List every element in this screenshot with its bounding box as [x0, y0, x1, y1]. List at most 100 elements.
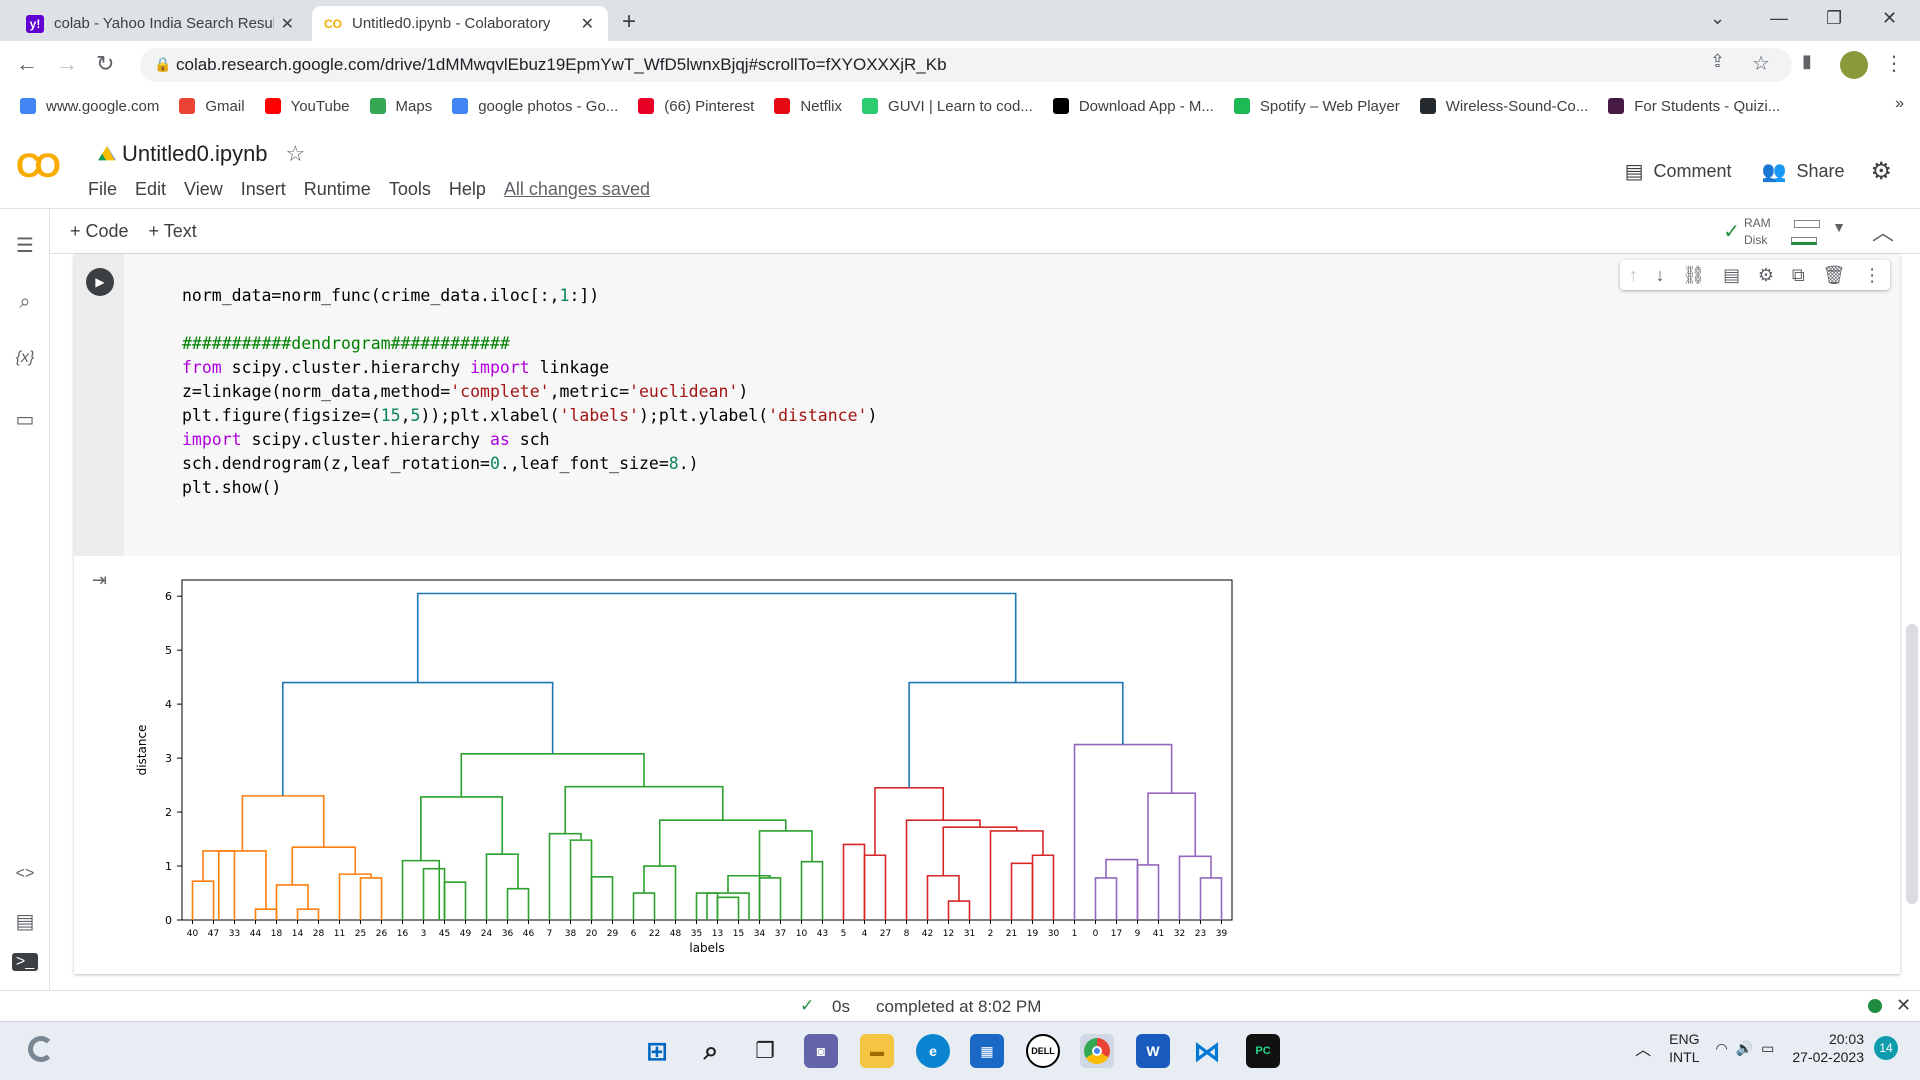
- code-line[interactable]: ###########dendrogram############: [182, 332, 877, 356]
- microsoft-store-icon[interactable]: ▦: [970, 1034, 1004, 1068]
- minimize-button[interactable]: —: [1770, 8, 1788, 29]
- menu-runtime[interactable]: Runtime: [304, 179, 371, 200]
- bookmark-item[interactable]: Wireless-Sound-Co...: [1419, 98, 1588, 115]
- menu-file[interactable]: File: [88, 179, 117, 200]
- tab-search-icon[interactable]: ⌄: [1710, 8, 1725, 29]
- volume-icon[interactable]: 🔊: [1736, 1040, 1753, 1057]
- dell-icon[interactable]: DELL: [1026, 1034, 1060, 1068]
- wifi-icon[interactable]: ◠: [1715, 1040, 1727, 1057]
- search-icon[interactable]: ⌕: [12, 291, 38, 314]
- bookmark-item[interactable]: www.google.com: [20, 98, 159, 115]
- bookmark-item[interactable]: Maps: [369, 98, 432, 115]
- star-icon[interactable]: ☆: [286, 141, 306, 167]
- more-options-icon[interactable]: ⋮: [1863, 265, 1881, 286]
- code-line[interactable]: z=linkage(norm_data,method='complete',me…: [182, 380, 877, 404]
- files-folder-icon[interactable]: ▭: [12, 407, 38, 432]
- teams-chat-icon[interactable]: ◙: [804, 1034, 838, 1068]
- weather-icon[interactable]: [28, 1036, 54, 1062]
- reload-button[interactable]: ↻: [96, 51, 114, 77]
- new-tab-button[interactable]: +: [622, 8, 636, 36]
- search-icon[interactable]: ⌕: [694, 1034, 728, 1068]
- command-palette-icon[interactable]: ▤: [12, 909, 38, 934]
- close-tab-icon[interactable]: ✕: [581, 14, 594, 34]
- lock-icon[interactable]: 🔒: [154, 56, 171, 73]
- url-input[interactable]: 🔒 colab.research.google.com/drive/1dMMwq…: [140, 48, 1792, 82]
- code-line[interactable]: plt.show(): [182, 476, 877, 500]
- code-line[interactable]: norm_data=norm_func(crime_data.iloc[:,1:…: [182, 284, 877, 308]
- comment-button[interactable]: Comment: [1654, 161, 1732, 182]
- add-code-button[interactable]: + Code: [70, 221, 129, 242]
- bookmark-item[interactable]: For Students - Quizi...: [1608, 98, 1780, 115]
- close-window-button[interactable]: ✕: [1882, 8, 1897, 29]
- vscode-icon[interactable]: ⋈: [1190, 1034, 1224, 1068]
- code-line[interactable]: from scipy.cluster.hierarchy import link…: [182, 356, 877, 380]
- file-explorer-icon[interactable]: ▬: [860, 1034, 894, 1068]
- task-view-icon[interactable]: ❐: [748, 1034, 782, 1068]
- menu-edit[interactable]: Edit: [135, 179, 166, 200]
- code-text[interactable]: norm_data=norm_func(crime_data.iloc[:,1:…: [182, 284, 877, 500]
- code-line[interactable]: sch.dendrogram(z,leaf_rotation=0.,leaf_f…: [182, 452, 877, 476]
- link-icon[interactable]: ⛓: [1682, 265, 1705, 286]
- pycharm-icon[interactable]: PC: [1246, 1034, 1280, 1068]
- side-panel-icon[interactable]: ▮: [1802, 51, 1812, 72]
- cell-settings-gear-icon[interactable]: ⚙: [1758, 265, 1774, 286]
- code-cell[interactable]: ▶ norm_data=norm_func(crime_data.iloc[:,…: [74, 254, 1900, 974]
- move-down-icon[interactable]: ↓: [1656, 265, 1665, 286]
- bookmark-item[interactable]: Gmail: [179, 98, 245, 115]
- code-line[interactable]: plt.figure(figsize=(15,5));plt.xlabel('l…: [182, 404, 877, 428]
- vertical-scrollbar[interactable]: [1904, 254, 1920, 1020]
- save-status[interactable]: All changes saved: [504, 179, 650, 200]
- execution-time[interactable]: 0s: [832, 997, 850, 1017]
- profile-avatar[interactable]: [1840, 51, 1868, 79]
- forward-button[interactable]: →: [56, 51, 78, 77]
- bookmark-item[interactable]: Spotify – Web Player: [1233, 98, 1400, 115]
- resource-indicator[interactable]: RAM Disk: [1724, 215, 1820, 249]
- output-clear-icon[interactable]: ⇥: [92, 570, 107, 591]
- completed-status[interactable]: completed at 8:02 PM: [876, 997, 1041, 1017]
- chrome-menu-icon[interactable]: ⋮: [1884, 51, 1904, 76]
- menu-help[interactable]: Help: [449, 179, 486, 200]
- drive-icon[interactable]: [98, 146, 116, 161]
- bookmark-item[interactable]: google photos - Go...: [452, 98, 618, 115]
- move-up-icon[interactable]: ↑: [1629, 265, 1638, 286]
- code-snippets-icon[interactable]: <>: [12, 865, 38, 883]
- run-cell-button[interactable]: ▶: [86, 268, 114, 296]
- menu-view[interactable]: View: [184, 179, 223, 200]
- tab-colab[interactable]: CO Untitled0.ipynb - Colaboratory ✕: [312, 6, 608, 41]
- colab-logo[interactable]: CO: [16, 147, 61, 186]
- battery-icon[interactable]: ▭: [1761, 1040, 1774, 1057]
- show-hidden-icons-chevron-icon[interactable]: ︿: [1635, 1036, 1651, 1060]
- restore-button[interactable]: ❐: [1826, 8, 1842, 29]
- code-editor[interactable]: norm_data=norm_func(crime_data.iloc[:,1:…: [124, 254, 1900, 556]
- variables-icon[interactable]: {x}: [12, 349, 38, 367]
- chrome-icon[interactable]: [1080, 1034, 1114, 1068]
- collapse-header-icon[interactable]: ︿: [1872, 215, 1894, 247]
- add-text-button[interactable]: + Text: [149, 221, 197, 242]
- settings-gear-icon[interactable]: ⚙: [1870, 157, 1892, 186]
- back-button[interactable]: ←: [16, 51, 38, 77]
- bookmark-item[interactable]: YouTube: [264, 98, 350, 115]
- mirror-cell-icon[interactable]: ⧉: [1792, 265, 1805, 286]
- code-line[interactable]: [182, 308, 877, 332]
- bookmark-star-icon[interactable]: ☆: [1752, 51, 1770, 76]
- menu-tools[interactable]: Tools: [389, 179, 431, 200]
- bookmark-item[interactable]: GUVI | Learn to cod...: [862, 98, 1033, 115]
- tab-yahoo-search[interactable]: y! colab - Yahoo India Search Results ✕: [14, 6, 308, 41]
- language-indicator[interactable]: ENG INTL: [1669, 1030, 1699, 1066]
- comment-icon[interactable]: ▤: [1723, 265, 1740, 286]
- notification-badge[interactable]: 14: [1874, 1036, 1898, 1060]
- terminal-icon[interactable]: >_: [12, 953, 38, 971]
- windows-start-icon[interactable]: ⊞: [640, 1034, 674, 1068]
- bookmark-item[interactable]: Download App - M...: [1052, 98, 1214, 115]
- code-line[interactable]: import scipy.cluster.hierarchy as sch: [182, 428, 877, 452]
- share-button[interactable]: Share: [1796, 161, 1844, 182]
- more-bookmarks-icon[interactable]: »: [1895, 95, 1904, 113]
- share-page-icon[interactable]: ⇪: [1710, 51, 1725, 72]
- scrollbar-thumb[interactable]: [1906, 624, 1918, 904]
- menu-insert[interactable]: Insert: [241, 179, 286, 200]
- clock[interactable]: 20:03 27-02-2023: [1792, 1030, 1864, 1066]
- close-tab-icon[interactable]: ✕: [281, 14, 294, 34]
- bookmark-item[interactable]: (66) Pinterest: [638, 98, 754, 115]
- notebook-name[interactable]: Untitled0.ipynb: [122, 141, 268, 167]
- bookmark-item[interactable]: Netflix: [774, 98, 842, 115]
